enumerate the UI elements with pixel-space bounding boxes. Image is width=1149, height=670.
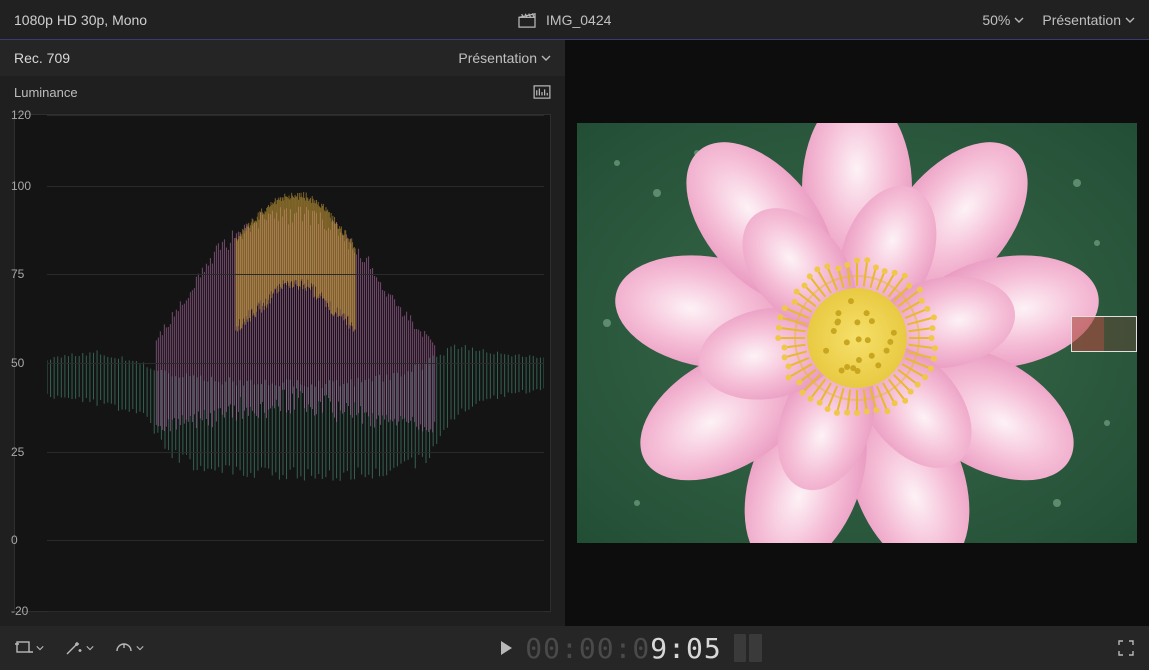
y-tick-label: 100 [11, 179, 41, 193]
grid-line [47, 115, 544, 116]
scope-subheader: Luminance [0, 76, 565, 108]
crop-tool[interactable] [14, 639, 44, 657]
scope-presentation-label: Présentation [458, 50, 537, 66]
top-bar: 1080p HD 30p, Mono IMG_0424 50% Présenta… [0, 0, 1149, 40]
waveform-icon[interactable] [533, 85, 551, 99]
scopes-panel: Rec. 709 Présentation Luminance 120 100 75… [0, 40, 565, 626]
fullscreen-button[interactable] [1117, 639, 1135, 657]
grid-line [47, 611, 544, 612]
grid-line [47, 452, 544, 453]
chevron-down-icon [541, 54, 551, 62]
play-button[interactable] [499, 640, 513, 656]
grid-line [47, 186, 544, 187]
y-tick-label: 50 [11, 356, 41, 370]
chevron-down-icon [1125, 16, 1135, 24]
y-tick-label: 0 [11, 533, 41, 547]
presentation-dropdown[interactable]: Présentation [1042, 12, 1135, 28]
scope-body: 120 100 75 50 25 0 -20 [0, 108, 565, 626]
selection-overlay[interactable] [1071, 316, 1137, 352]
timecode-bright: 9:05 [650, 632, 721, 665]
scope-mode-label: Luminance [14, 85, 533, 100]
clip-name: IMG_0424 [546, 12, 611, 28]
grid-line [47, 540, 544, 541]
bottom-toolbar: 00:00:0 9:05 [0, 626, 1149, 670]
presentation-label: Présentation [1042, 12, 1121, 28]
main-area: Rec. 709 Présentation Luminance 120 100 75… [0, 40, 1149, 626]
audio-meter[interactable] [734, 634, 762, 662]
y-tick-label: 25 [11, 445, 41, 459]
waveform-plot: 1201007550250-20 [14, 114, 551, 612]
clapperboard-icon [518, 12, 536, 28]
viewer-image[interactable] [577, 123, 1137, 543]
color-space-label: Rec. 709 [14, 50, 458, 66]
y-tick-label: 120 [11, 108, 41, 122]
scope-presentation-dropdown[interactable]: Présentation [458, 50, 551, 66]
chevron-down-icon [1014, 16, 1024, 24]
viewer-panel [565, 40, 1149, 626]
y-tick-label: -20 [11, 604, 41, 618]
y-tick-label: 75 [11, 267, 41, 281]
scope-header: Rec. 709 Présentation [0, 40, 565, 76]
timecode-display[interactable]: 00:00:0 9:05 [525, 632, 721, 665]
zoom-value: 50% [982, 12, 1010, 28]
grid-line [47, 363, 544, 364]
format-label: 1080p HD 30p, Mono [14, 12, 147, 28]
grid-line [47, 274, 544, 275]
retime-tool[interactable] [114, 639, 144, 657]
timecode-dim: 00:00:0 [525, 632, 650, 665]
zoom-dropdown[interactable]: 50% [982, 12, 1024, 28]
playback-controls: 00:00:0 9:05 [164, 632, 1097, 665]
enhance-tool[interactable] [64, 639, 94, 657]
